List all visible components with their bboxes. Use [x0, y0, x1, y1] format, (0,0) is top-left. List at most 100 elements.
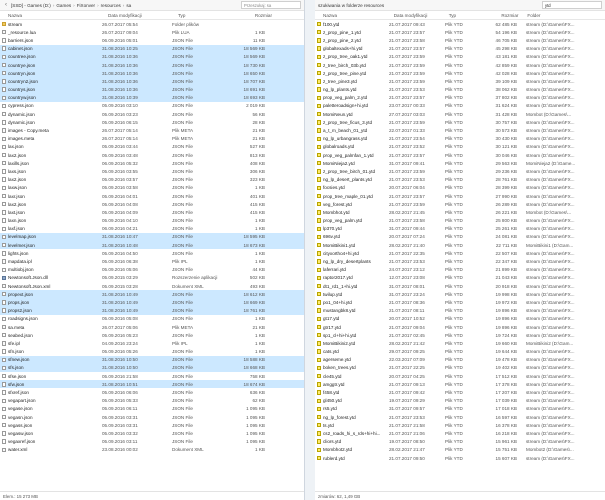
- search-result-row[interactable]: ng_lp_desert_plants.ytd 21.07.2017 23:53 P…: [315, 176, 605, 184]
- search-result-row[interactable]: rs5.ytd 31.07.2017 09:57 Plik YTD 17 018 KB…: [315, 405, 605, 413]
- search-result-row[interactable]: boken_trees.ytd 21.07.2017 22:25 Plik YTD 1…: [315, 364, 605, 372]
- search-result-row[interactable]: z_tree_pine3.ytd 21.07.2017 23:59 Plik YTD…: [315, 77, 605, 85]
- column-size[interactable]: Rozmiar: [477, 13, 521, 18]
- file-row[interactable]: laxf.json 06.09.2016 04:21 JSON File 1 KB: [0, 225, 304, 233]
- file-row[interactable]: dynamic.json 05.09.2016 03:23 JSON File 56 …: [0, 110, 304, 118]
- search-result-row[interactable]: Mombhot2.ytd 28.02.2017 21:47 Plik YTD 15 7…: [315, 446, 605, 454]
- file-row[interactable]: laxw.json 05.09.2016 03:58 JSON File 1 KB: [0, 184, 304, 192]
- search-result-row[interactable]: ng_lp_forest.ytd 21.07.2017 23:53 Plik YTD…: [315, 413, 605, 421]
- column-size[interactable]: Rozmiar: [232, 13, 272, 18]
- search-result-row[interactable]: amggtr.ytd 21.07.2017 09:13 Plik YTD 17 378…: [315, 380, 605, 388]
- search-result-row[interactable]: z_tree_birch_03b.ytd 21.07.2017 23:59 Plik…: [315, 61, 605, 69]
- file-row[interactable]: sfs.json 31.08.2016 10:50 JSON File 18 668 …: [0, 363, 304, 373]
- column-name[interactable]: Nazwa: [322, 13, 393, 18]
- search-result-row[interactable]: ng_lp_urbangrass.ytd 21.07.2017 23:54 Plik…: [315, 135, 605, 143]
- back-arrow-icon[interactable]: ‹: [3, 2, 9, 8]
- search-result-row[interactable]: MomiNeun.ytd 27.07.2017 03:03 Plik YTD 31 4…: [315, 110, 605, 118]
- search-result-row[interactable]: rublerd.ytd 21.07.2017 09:50 Plik YTD 15 60…: [315, 454, 605, 462]
- search-result-row[interactable]: cle45.ytd 20.07.2017 04:25 Plik YTD 17 512 …: [315, 372, 605, 380]
- column-type[interactable]: Typ: [177, 13, 232, 18]
- file-row[interactable]: vegapart.json 05.09.2016 05:33 JSON File 62…: [0, 397, 304, 405]
- column-date[interactable]: Data modyfikacji: [107, 13, 177, 18]
- search-result-row[interactable]: globalroads.ytd 21.07.2017 23:52 Plik YTD 3…: [315, 143, 605, 151]
- search-result-row[interactable]: prop_veg_palm.ytd 21.07.2017 23:58 Plik YT…: [315, 217, 605, 225]
- search-result-row[interactable]: cats.ytd 29.07.2017 09:25 Plik YTD 19 644 K…: [315, 348, 605, 356]
- file-row[interactable]: lax2.json 05.09.2016 03:57 JSON File 323 KB: [0, 176, 304, 184]
- search-result-row[interactable]: a_t_m_beach_01_ytd 22.07.2017 01:33 Plik Y…: [315, 126, 605, 134]
- file-row[interactable]: Newtonsoft.Json.xml 05.09.2015 03:28 Dokum…: [0, 282, 304, 290]
- breadcrumb[interactable]: [SSD] - Games (D:) › Games › FiXonver › resour…: [11, 3, 131, 8]
- file-row[interactable]: laxn.json 05.09.2016 04:10 JSON File 1 KB: [0, 217, 304, 225]
- file-row[interactable]: Newtonsoft.Json.dll 05.09.2015 03:29 Rozsz…: [0, 274, 304, 282]
- file-row[interactable]: cabinet.json 31.08.2016 10:25 JSON File 18 …: [0, 44, 304, 53]
- file-row[interactable]: vegasn.json 05.09.2016 03:31 JSON File 1 09…: [0, 413, 304, 421]
- file-row[interactable]: countrys.json 31.08.2016 10:36 JSON File 18…: [0, 85, 304, 94]
- search-result-row[interactable]: MomiNieja2.ytd 31.07.2017 09:41 Plik YTD 29…: [315, 159, 605, 167]
- search-result-row[interactable]: sp1_cl+hi+hi.ytd 21.07.2017 02:45 Plik YTD…: [315, 331, 605, 339]
- file-row[interactable]: laxt.json 05.09.2016 04:09 JSON File 415 KB: [0, 208, 304, 216]
- file-row[interactable]: lax.json 05.09.2016 03:44 JSON File 527 KB: [0, 143, 304, 151]
- file-row[interactable]: lax2.json 05.09.2016 04:08 JSON File 415 KB: [0, 200, 304, 208]
- column-folder[interactable]: Folder: [521, 13, 605, 18]
- search-result-row[interactable]: agerseme.ytd 22.03.2017 07:09 Plik YTD 19 4…: [315, 356, 605, 364]
- file-row[interactable]: laxr.json 05.09.2016 04:01 JSON File 401 KB: [0, 192, 304, 200]
- file-row[interactable]: multiobj.json 05.09.2016 05:06 JSON File 44…: [0, 266, 304, 274]
- search-input[interactable]: Przeszukaj: sa: [241, 1, 301, 9]
- file-row[interactable]: levelmap.json 31.08.2016 10:47 JSON File 18…: [0, 232, 304, 242]
- breadcrumb[interactable]: szukiwania w folderze resources: [318, 3, 384, 8]
- search-result-row[interactable]: twilup.ytd 31.07.2017 23:24 Plik YTD 19 998…: [315, 290, 605, 298]
- file-row[interactable]: countryn2.json 31.08.2016 10:36 JSON File 1…: [0, 77, 304, 86]
- file-row[interactable]: sfe.ipl 04.09.2016 23:24 Plik IPL 1 KB: [0, 339, 304, 347]
- search-result-row[interactable]: z_prop_tree_birch_01.ytd 21.07.2017 23:59…: [315, 167, 605, 175]
- search-result-row[interactable]: gt17.ytd 20.07.2017 10:52 Plik YTD 19 896 K…: [315, 315, 605, 323]
- search-result-row[interactable]: cs2_roads_hi_s_rds+hi+hi... 21.07.2017 21…: [315, 429, 605, 437]
- column-type[interactable]: Typ: [448, 13, 477, 18]
- search-result-row[interactable]: cityxortho4+hi.ytd 21.07.2017 22:35 Plik Y…: [315, 249, 605, 257]
- file-row[interactable]: stream 26.07.2017 05:54 Folder plików: [0, 20, 304, 28]
- file-row[interactable]: lax2.json 05.09.2016 03:48 JSON File 813 KB: [0, 151, 304, 159]
- search-result-row[interactable]: dt1_rd1_1+hi.ytd 31.07.2017 08:01 Plik YTD…: [315, 282, 605, 290]
- search-result-row[interactable]: z_prop_tree_ficus_3.ytd 21.07.2017 23:59 P…: [315, 118, 605, 126]
- search-result-row[interactable]: 696v.ytd 20.07.2017 07:24 Plik YTD 24 081 K…: [315, 233, 605, 241]
- file-row[interactable]: water.xml 23.08.2016 00:02 Dokument XML 1 K…: [0, 446, 304, 454]
- breadcrumb-item[interactable]: FiXonver: [77, 3, 95, 8]
- file-row[interactable]: laxills.json 06.09.2016 05:32 JSON File 408…: [0, 159, 304, 167]
- right-address-bar[interactable]: szukiwania w folderze resources ytd: [315, 0, 605, 11]
- file-row[interactable]: images - Copy.meta 26.07.2017 05:14 Plik M…: [0, 126, 304, 134]
- file-row[interactable]: vegass.json 05.09.2016 03:31 JSON File 1 09…: [0, 421, 304, 429]
- search-result-row[interactable]: focsies.ytd 20.07.2017 06:04 Plik YTD 28 39…: [315, 184, 605, 192]
- search-result-row[interactable]: ts.ytd 21.07.2017 21:58 Plik YTD 16 378 KB s…: [315, 421, 605, 429]
- search-result-row[interactable]: po1_04+hi.ytd 21.07.2017 08:36 Plik YTD 19 …: [315, 298, 605, 306]
- file-row[interactable]: _resource.lua 26.07.2017 09:04 Plik LUA 1 K…: [0, 28, 304, 36]
- file-row[interactable]: props.json 31.08.2016 10:49 JSON File 18 66…: [0, 298, 304, 307]
- search-result-row[interactable]: z_prop_pine_1.ytd 21.07.2017 23:57 Plik YT…: [315, 28, 605, 36]
- left-address-bar[interactable]: ‹ [SSD] - Games (D:) › Games › FiXonver › reso…: [0, 0, 304, 11]
- file-row[interactable]: sfn.json 05.09.2016 05:26 JSON File 1 KB: [0, 348, 304, 356]
- file-row[interactable]: barriers.json 06.09.2016 05:01 JSON File 11…: [0, 36, 304, 44]
- search-result-row[interactable]: ng_lp_plants.ytd 21.07.2017 23:53 Plik YTD…: [315, 86, 605, 94]
- file-row[interactable]: props2.json 31.08.2016 10:49 JSON File 18 7…: [0, 306, 304, 315]
- file-row[interactable]: roadsigns.json 05.09.2016 05:08 JSON File 1…: [0, 315, 304, 323]
- search-result-row[interactable]: gtr17.ytd 21.07.2017 09:04 Plik YTD 19 896 …: [315, 323, 605, 331]
- search-input[interactable]: ytd: [542, 1, 602, 9]
- file-row[interactable]: sa.meta 26.07.2017 05:06 Plik META 21 KB: [0, 323, 304, 331]
- search-result-row[interactable]: cliors.ytd 19.07.2017 08:50 Plik YTD 15 961…: [315, 438, 605, 446]
- breadcrumb-item[interactable]: resources: [101, 3, 121, 8]
- search-result-row[interactable]: f100.ytd 21.07.2017 09:43 Plik YTD 62 485 K…: [315, 20, 605, 28]
- search-result-row[interactable]: z_prop_pine_2.ytd 21.07.2017 23:58 Plik YT…: [315, 36, 605, 44]
- search-result-row[interactable]: MomiBikini1.ytd 28.02.2017 21:40 Plik YTD 2…: [315, 241, 605, 249]
- file-row[interactable]: seabed.json 05.09.2016 05:23 JSON File 1 KB: [0, 331, 304, 339]
- search-result-row[interactable]: prop_tree_maple_01.ytd 21.07.2017 23:57 Pl…: [315, 192, 605, 200]
- file-row[interactable]: sfw.json 31.08.2016 10:51 JSON File 18 674 …: [0, 380, 304, 389]
- file-row[interactable]: mapdata.ipl 05.09.2016 06:38 Plik IPL 1 KB: [0, 257, 304, 265]
- search-result-row[interactable]: MomiBikini2.ytd 28.02.2017 21:42 Plik YTD 1…: [315, 339, 605, 347]
- file-row[interactable]: sfse.json 05.09.2016 21:58 JSON File 758 KB: [0, 372, 304, 380]
- file-row[interactable]: laxs.json 05.09.2016 03:55 JSON File 306 KB: [0, 167, 304, 175]
- search-result-row[interactable]: gl450.ytd 19.07.2017 09:29 Plik YTD 17 039 …: [315, 397, 605, 405]
- file-row[interactable]: countryw.json 31.08.2016 10:39 JSON File 18…: [0, 93, 304, 102]
- file-row[interactable]: countree.json 31.08.2016 10:36 JSON File 18…: [0, 52, 304, 61]
- search-result-row[interactable]: lp370.ytd 31.07.2017 09:44 Plik YTD 25 261 …: [315, 225, 605, 233]
- search-result-row[interactable]: z_prop_tree_pine.ytd 21.07.2017 23:59 Plik…: [315, 69, 605, 77]
- search-result-row[interactable]: f458.ytd 21.07.2017 09:42 Plik YTD 17 207 K…: [315, 388, 605, 396]
- search-result-row[interactable]: veg_forest.ytd 21.07.2017 23:59 Plik YTD 26…: [315, 200, 605, 208]
